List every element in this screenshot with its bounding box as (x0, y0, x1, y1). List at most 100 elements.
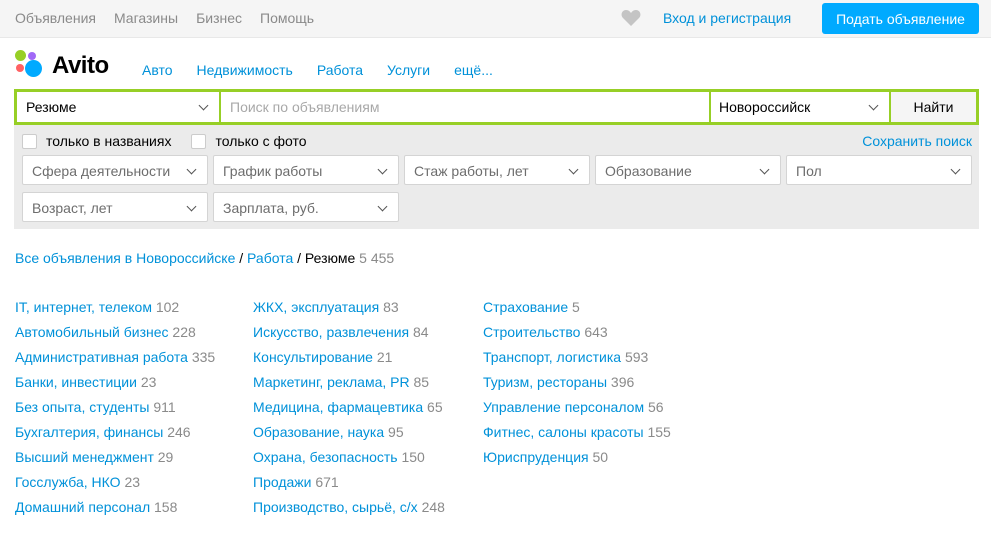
chevron-down-icon (377, 164, 388, 175)
search-input[interactable] (221, 92, 709, 122)
top-nav: Объявления Магазины Бизнес Помощь (15, 10, 314, 26)
chevron-down-icon (759, 164, 770, 175)
category-count: 911 (153, 399, 176, 415)
top-bar: Объявления Магазины Бизнес Помощь Вход и… (0, 0, 991, 38)
avito-logo[interactable]: Avito (15, 50, 125, 80)
filter-label: Сфера деятельности (32, 163, 171, 179)
nav-more[interactable]: ещё... (454, 62, 493, 78)
category-link[interactable]: IT, интернет, телеком (15, 299, 152, 315)
category-count: 65 (427, 399, 443, 415)
category-count: 150 (401, 449, 425, 465)
category-column-1: IT, интернет, телеком 102 Автомобильный б… (15, 299, 215, 524)
top-nav-shops[interactable]: Магазины (114, 10, 178, 26)
category-link[interactable]: Автомобильный бизнес (15, 324, 169, 340)
category-count: 228 (172, 324, 196, 340)
category-link[interactable]: Управление персоналом (483, 399, 644, 415)
breadcrumb-separator: / (293, 250, 305, 266)
save-search-link[interactable]: Сохранить поиск (862, 133, 972, 149)
top-nav-ads[interactable]: Объявления (15, 10, 96, 26)
checkbox-box[interactable] (191, 133, 207, 149)
nav-auto[interactable]: Авто (142, 62, 173, 78)
top-nav-help[interactable]: Помощь (260, 10, 314, 26)
category-link[interactable]: Транспорт, логистика (483, 349, 621, 365)
chevron-down-icon (198, 100, 209, 111)
category-item: Высший менеджмент 29 (15, 449, 215, 474)
nav-realty[interactable]: Недвижимость (197, 62, 293, 78)
category-count: 593 (624, 349, 649, 365)
category-count: 248 (421, 499, 445, 515)
heart-icon[interactable] (621, 9, 641, 27)
category-link[interactable]: Бухгалтерия, финансы (15, 424, 163, 440)
category-link[interactable]: Строительство (483, 324, 580, 340)
category-item: Производство, сырьё, с/х 248 (253, 499, 445, 524)
category-link[interactable]: Маркетинг, реклама, PR (253, 374, 410, 390)
breadcrumb-work[interactable]: Работа (247, 250, 293, 266)
logo-dot (25, 60, 42, 77)
search-options: только в названиях только с фото (22, 133, 307, 149)
category-link[interactable]: Медицина, фармацевтика (253, 399, 423, 415)
category-item: Транспорт, логистика 593 (483, 349, 671, 374)
search-panel: Резюме Новороссийск Найти только в назва… (14, 89, 979, 229)
find-button[interactable]: Найти (891, 92, 976, 122)
nav-work[interactable]: Работа (317, 62, 363, 78)
category-item: Автомобильный бизнес 228 (15, 324, 215, 349)
logo-dot (28, 52, 36, 60)
filter-salary[interactable]: Зарплата, руб. (213, 192, 399, 222)
category-item: Строительство 643 (483, 324, 671, 349)
checkbox-box[interactable] (22, 133, 37, 149)
category-link[interactable]: Фитнес, салоны красоты (483, 424, 644, 440)
category-value: Резюме (26, 99, 77, 115)
category-count: 643 (584, 324, 608, 340)
category-link[interactable]: ЖКХ, эксплуатация (253, 299, 379, 315)
category-link[interactable]: Образование, наука (253, 424, 384, 440)
category-item: IT, интернет, телеком 102 (15, 299, 215, 324)
nav-services[interactable]: Услуги (387, 62, 430, 78)
category-count: 29 (157, 449, 174, 465)
category-count: 158 (154, 499, 178, 515)
category-link[interactable]: Охрана, безопасность (253, 449, 398, 465)
category-count: 83 (383, 299, 399, 315)
breadcrumb-all[interactable]: Все объявления в Новороссийске (15, 250, 235, 266)
category-count: 23 (140, 374, 157, 390)
filter-age[interactable]: Возраст, лет (22, 192, 208, 222)
logo-text: Avito (52, 52, 109, 79)
filter-field-of-activity[interactable]: Сфера деятельности (22, 155, 208, 185)
chevron-down-icon (950, 164, 961, 175)
category-link[interactable]: Юриспруденция (483, 449, 589, 465)
breadcrumb-count: 5 455 (359, 250, 395, 266)
category-count: 95 (388, 424, 404, 440)
category-link[interactable]: Производство, сырьё, с/х (253, 499, 418, 515)
category-link[interactable]: Страхование (483, 299, 568, 315)
category-link[interactable]: Продажи (253, 474, 311, 490)
filter-experience[interactable]: Стаж работы, лет (404, 155, 590, 185)
category-link[interactable]: Высший менеджмент (15, 449, 154, 465)
post-ad-button[interactable]: Подать объявление (822, 3, 979, 34)
category-item: Фитнес, салоны красоты 155 (483, 424, 671, 449)
top-nav-business[interactable]: Бизнес (196, 10, 242, 26)
only-titles-checkbox[interactable]: только в названиях (22, 133, 171, 149)
filter-education[interactable]: Образование (595, 155, 781, 185)
chevron-down-icon (377, 201, 388, 212)
category-column-2: ЖКХ, эксплуатация 83 Искусство, развлечен… (253, 299, 445, 524)
category-column-3: Страхование 5 Строительство 643 Транспорт,… (483, 299, 671, 474)
only-photo-label: только с фото (215, 133, 307, 149)
filter-schedule[interactable]: График работы (213, 155, 399, 185)
category-item: Маркетинг, реклама, PR 85 (253, 374, 445, 399)
category-item: Образование, наука 95 (253, 424, 445, 449)
filter-gender[interactable]: Пол (786, 155, 972, 185)
category-link[interactable]: Банки, инвестиции (15, 374, 137, 390)
category-count: 84 (413, 324, 429, 340)
category-link[interactable]: Без опыта, студенты (15, 399, 150, 415)
only-photo-checkbox[interactable]: только с фото (191, 133, 307, 149)
category-item: Домашний персонал 158 (15, 499, 215, 524)
category-link[interactable]: Консультирование (253, 349, 373, 365)
category-item: ЖКХ, эксплуатация 83 (253, 299, 445, 324)
category-link[interactable]: Туризм, рестораны (483, 374, 607, 390)
category-select[interactable]: Резюме (17, 92, 219, 122)
category-link[interactable]: Искусство, развлечения (253, 324, 409, 340)
category-link[interactable]: Административная работа (15, 349, 188, 365)
category-link[interactable]: Домашний персонал (15, 499, 150, 515)
login-link[interactable]: Вход и регистрация (663, 10, 791, 26)
category-link[interactable]: Госслужба, НКО (15, 474, 121, 490)
city-select[interactable]: Новороссийск (711, 92, 889, 122)
